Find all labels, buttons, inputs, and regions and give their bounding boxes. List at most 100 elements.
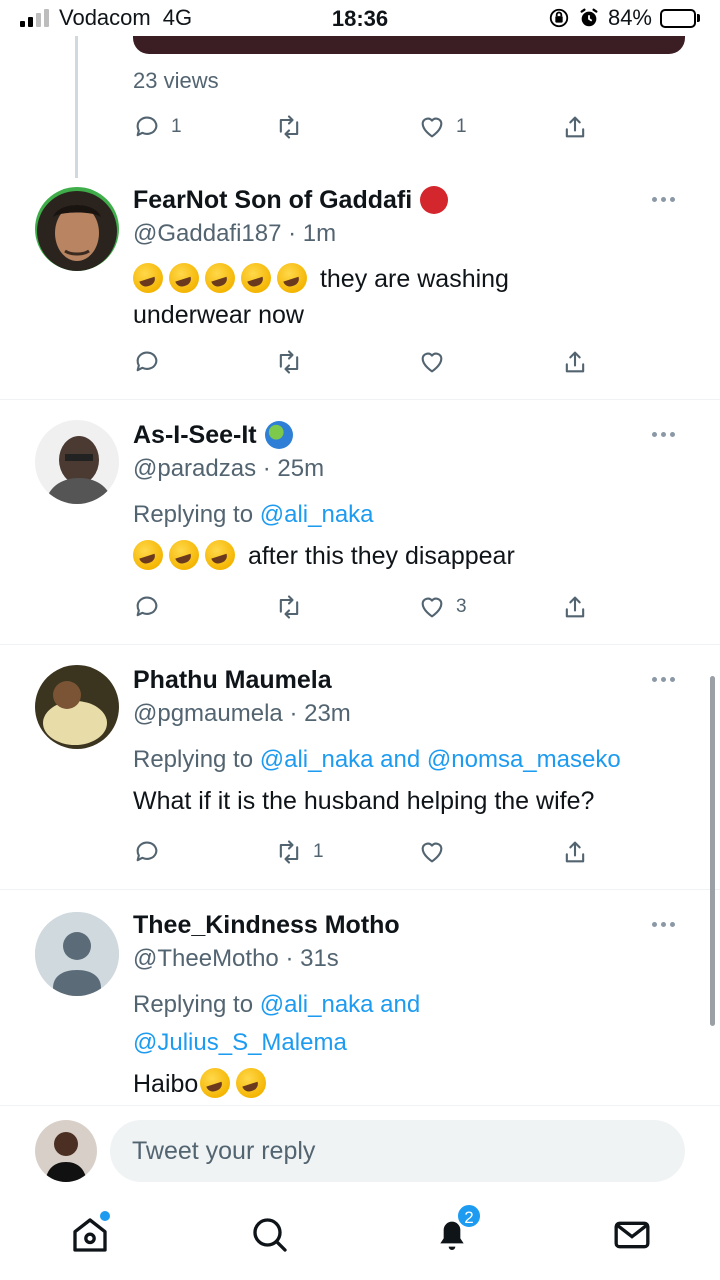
replying-prefix: Replying to — [133, 501, 254, 528]
author-handle[interactable]: @pgmaumela — [133, 700, 283, 727]
avatar[interactable] — [35, 665, 119, 749]
replying-to-link[interactable]: @ali_naka and — [260, 991, 420, 1018]
nav-notifications[interactable]: 2 — [432, 1203, 482, 1255]
tweet-actions: 3 — [133, 590, 593, 624]
replying-to-link[interactable]: @Julius_S_Malema — [133, 1029, 347, 1056]
tweet-time: · 1m — [288, 220, 337, 247]
author-name[interactable]: As-I-See-It — [133, 421, 257, 450]
more-options-icon[interactable] — [652, 922, 682, 927]
reply-button[interactable] — [133, 835, 161, 869]
rofl-emoji-icon — [277, 263, 307, 293]
more-options-icon[interactable] — [652, 677, 682, 682]
author-name[interactable]: Thee_Kindness Motho — [133, 911, 400, 940]
replying-to: Replying to @ali_naka and @nomsa_maseko — [133, 741, 690, 779]
more-options-icon[interactable] — [652, 432, 682, 437]
reply-button[interactable] — [133, 345, 161, 379]
nav-search[interactable] — [250, 1215, 290, 1255]
notifications-badge: 2 — [456, 1203, 482, 1229]
avatar[interactable] — [35, 912, 119, 996]
tweet-item[interactable]: FearNot Son of Gaddafi @Gaddafi187 · 1m … — [0, 165, 720, 400]
author-handle[interactable]: @TheeMotho — [133, 945, 279, 972]
tweet-actions — [133, 345, 593, 379]
replying-to-link[interactable]: @ali_naka and @nomsa_maseko — [260, 746, 621, 773]
cellular-signal-icon — [20, 9, 49, 27]
share-icon — [565, 351, 585, 373]
retweet-button[interactable] — [275, 590, 303, 624]
thinking-face-emoji-icon — [200, 1068, 231, 1098]
avatar[interactable] — [35, 187, 119, 271]
share-button[interactable] — [561, 345, 589, 379]
share-icon — [565, 596, 585, 618]
share-button[interactable] — [561, 110, 589, 144]
author-name[interactable]: FearNot Son of Gaddafi — [133, 186, 412, 215]
tweet-reply-input[interactable] — [110, 1120, 685, 1182]
tweet-text-line: underwear now — [133, 301, 304, 329]
tweet-time: · 31s — [285, 945, 339, 972]
default-avatar-icon — [35, 912, 119, 996]
tweet-time: · 23m — [289, 700, 351, 727]
tweet-item[interactable]: Phathu Maumela @pgmaumela · 23m Replying… — [0, 645, 720, 890]
author-handle[interactable]: @paradzas — [133, 455, 256, 482]
status-bar: Vodacom 4G 84% — [0, 0, 720, 36]
tweet-actions: 1 — [133, 835, 593, 869]
globe-emoji-icon — [264, 421, 293, 449]
nav-messages[interactable] — [612, 1215, 652, 1255]
tweet-text: after this they disappear — [133, 538, 690, 574]
rofl-emoji-icon — [133, 540, 163, 570]
current-user-avatar[interactable] — [35, 1120, 97, 1182]
author-name[interactable]: Phathu Maumela — [133, 666, 332, 695]
tweet-text-line: after this they disappear — [247, 542, 515, 570]
nav-home[interactable] — [70, 1211, 110, 1255]
more-options-icon[interactable] — [652, 197, 682, 202]
home-icon — [73, 1218, 107, 1252]
author-row: Phathu Maumela — [133, 663, 690, 697]
reply-icon — [136, 596, 158, 617]
tweet-body: Thee_Kindness Motho @TheeMotho · 31s Rep… — [133, 908, 690, 1102]
author-handle-row: @Gaddafi187 · 1m — [133, 217, 690, 251]
reply-button[interactable] — [133, 590, 161, 624]
tweet-media-image[interactable] — [133, 36, 685, 54]
avatar-image — [35, 665, 119, 749]
alarm-icon — [580, 8, 598, 27]
reply-icon — [136, 351, 158, 372]
like-button[interactable] — [418, 345, 446, 379]
retweet-button[interactable] — [275, 110, 303, 144]
network-type: 4G — [162, 5, 193, 30]
avatar-image — [35, 1120, 97, 1182]
like-button[interactable]: 1 — [418, 110, 467, 144]
share-button[interactable] — [561, 590, 589, 624]
tweet-text-line: Haibo — [133, 1070, 199, 1098]
author-handle-row: @paradzas · 25m — [133, 452, 690, 486]
eye-roll-emoji-icon — [236, 1068, 267, 1098]
reply-count: 1 — [171, 116, 182, 137]
reply-icon — [136, 116, 158, 137]
avatar[interactable] — [35, 420, 119, 504]
retweet-button[interactable] — [275, 345, 303, 379]
replying-to-link[interactable]: @ali_naka — [260, 501, 374, 528]
author-handle[interactable]: @Gaddafi187 — [133, 220, 281, 247]
tweet-item[interactable]: As-I-See-It @paradzas · 25m Replying to … — [0, 400, 720, 645]
like-button[interactable] — [418, 835, 446, 869]
tweet-item[interactable]: Thee_Kindness Motho @TheeMotho · 31s Rep… — [0, 890, 720, 1105]
battery-icon — [660, 8, 700, 28]
heart-icon — [421, 117, 443, 138]
orientation-lock-icon — [549, 8, 569, 28]
mail-icon — [614, 1221, 650, 1249]
retweet-icon — [279, 115, 299, 139]
scrollbar[interactable] — [710, 676, 715, 1026]
like-button[interactable]: 3 — [418, 590, 467, 624]
bottom-nav: 2 — [0, 1195, 720, 1280]
battery-percent: 84% — [607, 5, 652, 30]
retweet-icon — [279, 350, 299, 374]
replying-to: Replying to @ali_naka and @Julius_S_Malem… — [133, 986, 690, 1062]
reply-button[interactable]: 1 — [133, 110, 182, 144]
tweet-views: 23 views — [133, 68, 219, 93]
reply-bar — [0, 1105, 720, 1195]
replying-prefix: Replying to — [133, 991, 254, 1018]
tweet-body: FearNot Son of Gaddafi @Gaddafi187 · 1m … — [133, 183, 690, 333]
tweet-text: they are washing underwear now — [133, 261, 690, 333]
share-button[interactable] — [561, 835, 589, 869]
retweet-button[interactable]: 1 — [275, 835, 324, 869]
heart-icon — [421, 597, 443, 618]
author-row: As-I-See-It — [133, 418, 690, 452]
